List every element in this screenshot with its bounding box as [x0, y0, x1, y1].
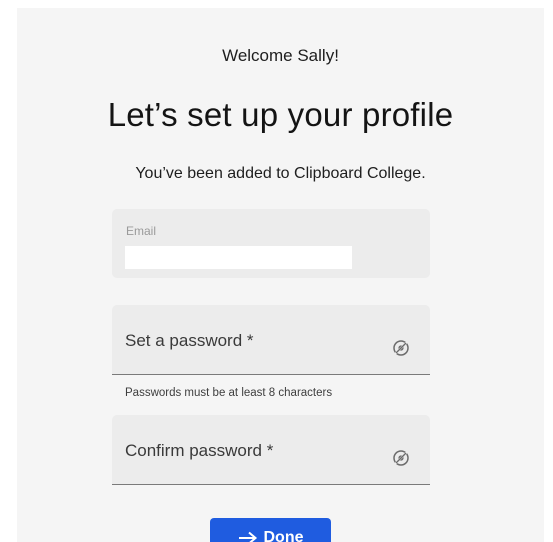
profile-setup-card: Welcome Sally! Let’s set up your profile…: [17, 8, 544, 542]
done-button-label: Done: [263, 529, 304, 542]
email-field: Email: [112, 209, 430, 278]
confirm-password-field[interactable]: Confirm password *: [112, 415, 430, 485]
arrow-right-icon: [238, 531, 257, 542]
welcome-greeting: Welcome Sally!: [222, 46, 339, 65]
page-subtitle: You’ve been added to Clipboard College.: [135, 165, 426, 182]
set-password-label: Set a password *: [125, 331, 254, 350]
eye-icon[interactable]: [392, 339, 410, 357]
done-button[interactable]: Done: [210, 518, 331, 542]
confirm-password-label: Confirm password *: [125, 441, 274, 460]
email-label: Email: [126, 224, 157, 238]
eye-icon[interactable]: [392, 449, 410, 467]
page-title: Let’s set up your profile: [107, 96, 454, 133]
password-hint: Passwords must be at least 8 characters: [125, 387, 333, 399]
email-input[interactable]: [125, 246, 352, 269]
set-password-field[interactable]: Set a password *: [112, 305, 430, 375]
